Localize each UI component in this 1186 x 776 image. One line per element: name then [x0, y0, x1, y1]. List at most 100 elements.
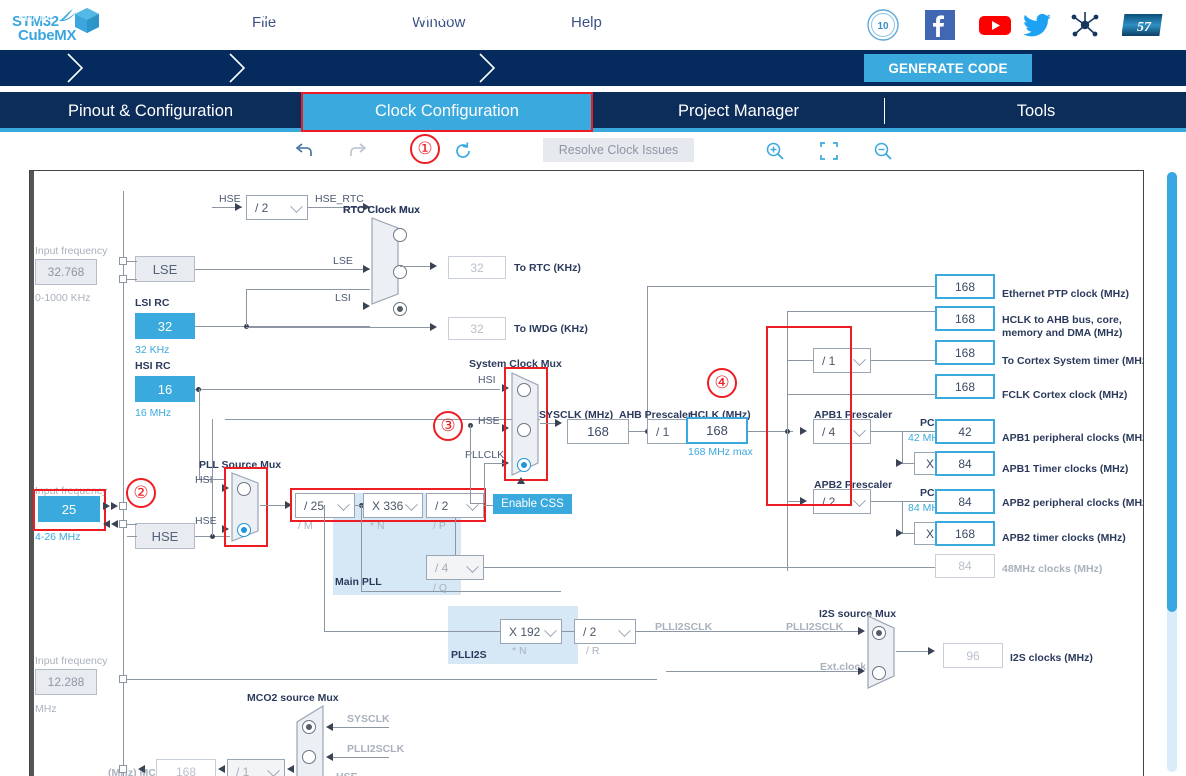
pllmux-radio-hsi[interactable]: [237, 482, 251, 496]
rtcmux-radio-lse[interactable]: [393, 265, 407, 279]
wire: [562, 631, 574, 632]
wire: [127, 279, 137, 280]
reset-icon[interactable]: [452, 140, 474, 162]
zoom-out-icon[interactable]: [872, 140, 894, 162]
lsi-rc-value[interactable]: 32: [135, 313, 195, 339]
sysmux-radio-pllclk[interactable]: [517, 458, 531, 472]
tab-clock-configuration[interactable]: Clock Configuration: [303, 92, 591, 130]
zoom-in-icon[interactable]: [764, 140, 786, 162]
pll-m-divider-select[interactable]: / 25: [295, 493, 355, 518]
breadcrumb-item-home[interactable]: Home: [18, 9, 54, 24]
chevron-down-icon: [853, 423, 866, 437]
apb1-prescaler-select[interactable]: / 4: [813, 419, 871, 444]
hsi-rc-unit: 16 MHz: [135, 407, 172, 419]
chevron-down-icon: [853, 493, 866, 507]
pll-p-divider-select[interactable]: / 2: [426, 493, 484, 518]
pllmux-radio-hse[interactable]: [237, 523, 251, 537]
hse-rtc-divider-select[interactable]: / 2: [246, 195, 308, 220]
lsi-rc-unit: 32 KHz: [135, 344, 170, 356]
sysmux-radio-hsi[interactable]: [517, 383, 531, 397]
lse-input-frequency-field[interactable]: 32.768: [35, 259, 97, 285]
mco2-divider-select[interactable]: / 1: [227, 759, 285, 776]
st-logo-icon[interactable]: 57: [1122, 8, 1166, 42]
hsi-rc-value[interactable]: 16: [135, 376, 195, 402]
arrow: [222, 484, 229, 492]
tab-project-manager[interactable]: Project Manager: [593, 92, 884, 130]
pllmux-input-hse-label: HSE: [195, 515, 217, 527]
youtube-icon[interactable]: [978, 8, 1012, 42]
i2s-input-terminal: [119, 675, 127, 683]
rtcmux-radio-hse[interactable]: [393, 228, 407, 242]
lse-range-label: 0-1000 KHz: [35, 292, 91, 304]
facebook-icon[interactable]: [923, 8, 957, 42]
ten-years-badge-icon[interactable]: 10: [866, 8, 900, 42]
mco2mux-radio-plli2sclk[interactable]: [302, 750, 316, 764]
wire-pllmux-out: [260, 505, 285, 506]
pll-n-value: X 336: [372, 498, 404, 513]
plli2s-n-select[interactable]: X 192: [500, 619, 562, 644]
wire: [484, 463, 504, 464]
wire: [902, 533, 914, 534]
chevron-down-icon: [544, 623, 557, 637]
cortex-prescaler-value: / 1: [822, 353, 836, 368]
main-tab-bar: Pinout & Configuration Clock Configurati…: [0, 92, 1186, 130]
i2smux-radio-plli2sclk[interactable]: [872, 626, 886, 640]
lse-terminal-bottom: [119, 275, 127, 283]
chevron-down-icon: [618, 623, 631, 637]
wire-cortex-out: [871, 360, 945, 361]
lse-terminal-top: [119, 257, 127, 265]
network-share-icon[interactable]: [1068, 8, 1102, 42]
plli2s-r-label: / R: [586, 645, 600, 657]
cortex-prescaler-select[interactable]: / 1: [813, 348, 871, 373]
resolve-clock-issues-button[interactable]: Resolve Clock Issues: [543, 138, 694, 162]
lse-oscillator-box[interactable]: LSE: [135, 256, 195, 282]
hse-oscillator-box[interactable]: HSE: [135, 523, 195, 549]
tab-pinout-configuration[interactable]: Pinout & Configuration: [0, 92, 301, 130]
hse-input-frequency-field[interactable]: 25: [38, 496, 100, 522]
mco2mux-input-sysclk-label: SYSCLK: [347, 713, 390, 725]
arrow: [502, 384, 509, 392]
apb2-prescaler-select[interactable]: / 2: [813, 489, 871, 514]
fit-to-screen-icon[interactable]: [818, 140, 840, 162]
arrow: [502, 424, 509, 432]
scrollbar-thumb[interactable]: [1167, 172, 1177, 612]
arrow: [218, 765, 225, 773]
plli2s-r-select[interactable]: / 2: [574, 619, 636, 644]
breadcrumb-item-current[interactable]: Untitled - Clock Configuration: [260, 9, 451, 24]
undo-icon[interactable]: [293, 140, 315, 162]
mco2-source-mux[interactable]: [295, 704, 325, 776]
wire: [455, 518, 456, 555]
pll-p-value: / 2: [435, 498, 449, 513]
vertical-scrollbar[interactable]: [1167, 172, 1177, 772]
mco2-source-mux-title: MCO2 source Mux: [247, 692, 339, 704]
tab-tools[interactable]: Tools: [886, 92, 1186, 130]
generate-code-button[interactable]: GENERATE CODE: [864, 54, 1032, 82]
apb1-prescaler-value: / 4: [822, 424, 836, 439]
breadcrumb-item-device[interactable]: STM32F407ZGTx: [100, 9, 208, 24]
i2s-input-frequency-field[interactable]: 12.288: [35, 669, 97, 695]
pll-q-divider-select[interactable]: / 4: [426, 555, 484, 580]
twitter-icon[interactable]: [1020, 8, 1054, 42]
wire: [127, 536, 137, 537]
i2smux-radio-extclock[interactable]: [872, 666, 886, 680]
system-clock-mux-title: System Clock Mux: [469, 358, 562, 370]
rtc-clock-mux-title-text: RTC Clock Mux: [343, 204, 421, 216]
clock-tree-canvas[interactable]: Input frequency 32.768 0-1000 KHz LSE LS…: [29, 170, 1144, 776]
redo-icon[interactable]: [347, 140, 369, 162]
pll-m-label: / M: [298, 520, 313, 532]
mco2mux-radio-sysclk[interactable]: [302, 720, 316, 734]
pll-n-multiplier-select[interactable]: X 336: [363, 493, 423, 518]
wire: [484, 463, 485, 503]
output-value-48mhz: 84: [935, 554, 995, 578]
plli2s-title: PLLI2S: [451, 649, 487, 661]
sysmux-radio-hse[interactable]: [517, 423, 531, 437]
wire-i2s-ext-in: [127, 679, 657, 680]
hse-terminal-bottom: [119, 520, 127, 528]
menu-item-help[interactable]: Help: [571, 14, 602, 31]
enable-css-button[interactable]: Enable CSS: [493, 494, 572, 514]
wire-ethernet-ptp: [647, 286, 945, 287]
rtcmux-radio-lsi[interactable]: [393, 302, 407, 316]
arrow: [858, 627, 865, 635]
tab-divider: [884, 98, 885, 124]
chevron-down-icon: [853, 352, 866, 366]
